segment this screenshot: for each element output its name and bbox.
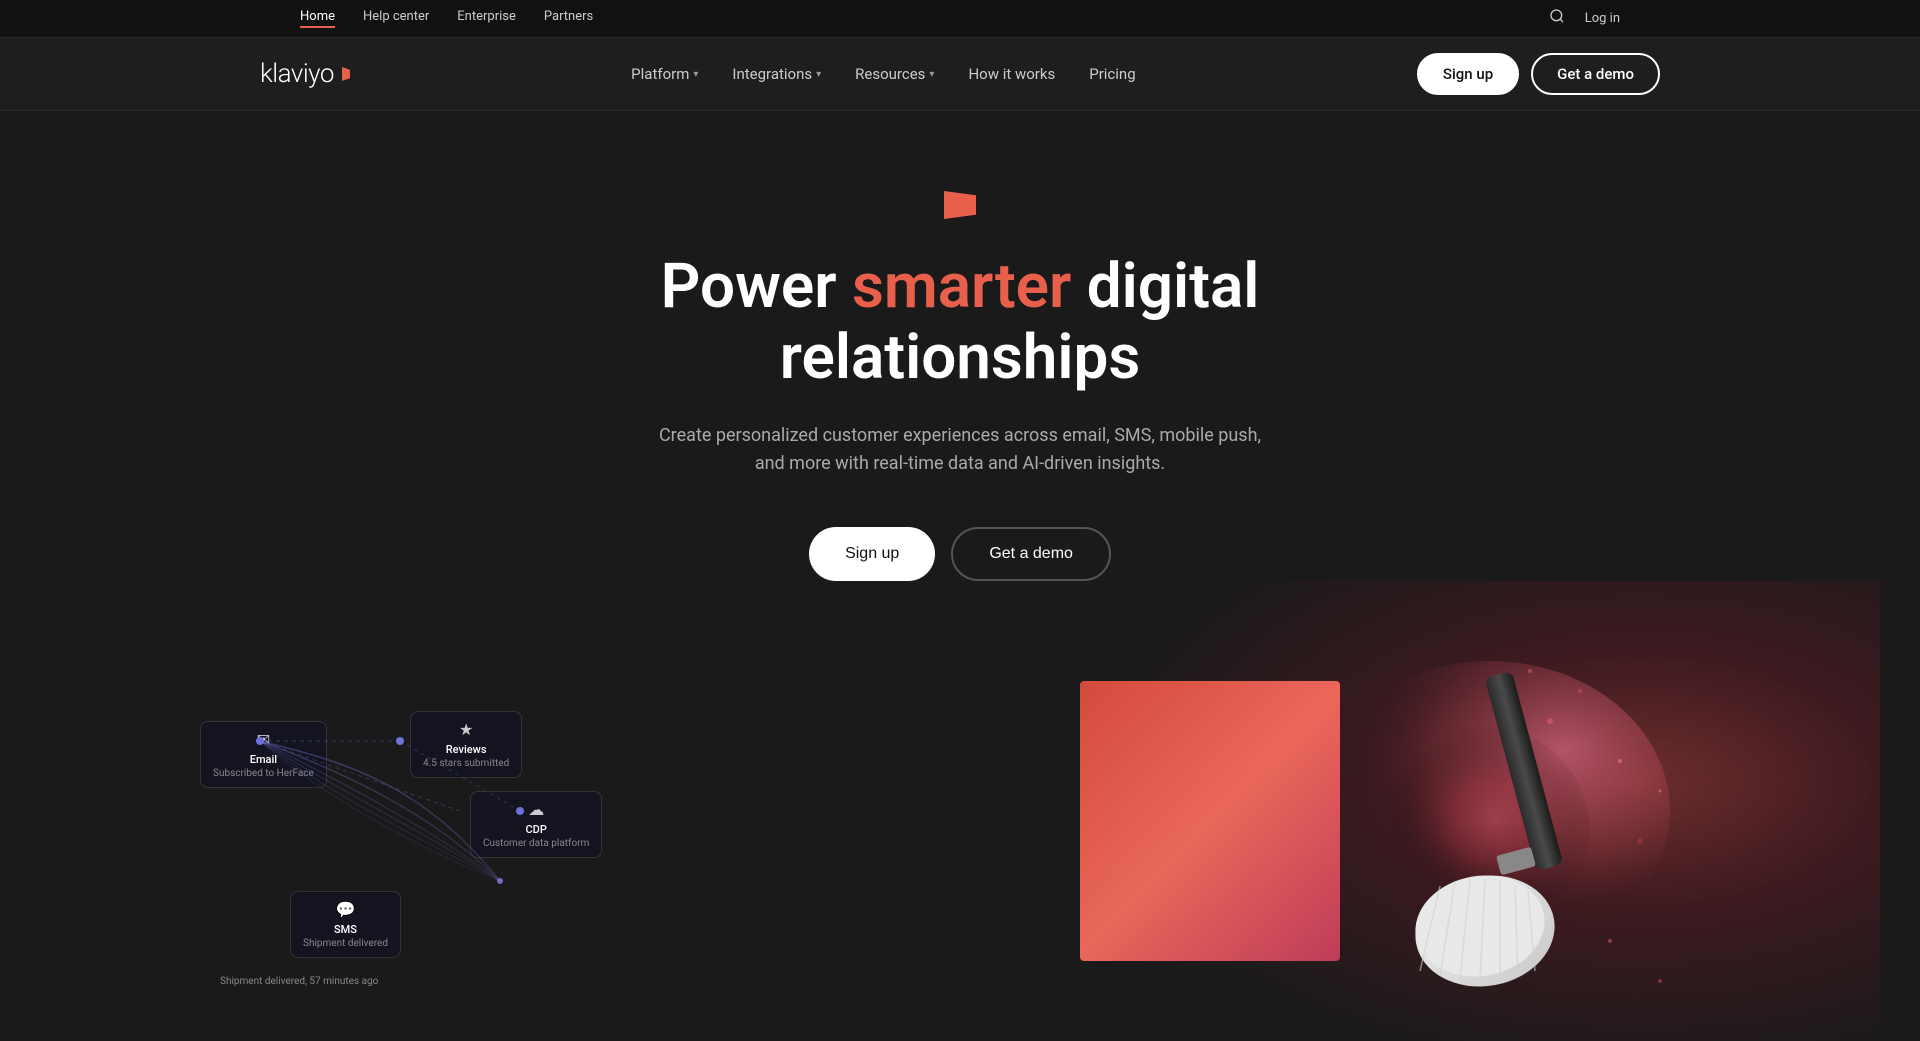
hero-subtitle: Create personalized customer experiences…	[650, 422, 1270, 480]
hero-demo-button[interactable]: Get a demo	[951, 527, 1111, 581]
flow-lines-svg	[140, 681, 640, 1021]
hero-visual: ✉ Email Subscribed to HerFace ★ Reviews …	[40, 661, 1880, 1041]
hero-title: Power smarter digital relationships	[510, 251, 1410, 394]
top-bar-nav: Home Help center Enterprise Partners	[300, 9, 593, 28]
main-nav: klaviyo Platform ▾ Integrations ▾ Resour…	[0, 38, 1920, 111]
hero-section: Power smarter digital relationships Crea…	[0, 111, 1920, 1041]
top-bar-right: Log in	[1549, 8, 1620, 29]
hero-signup-button[interactable]: Sign up	[809, 527, 935, 581]
nav-integrations[interactable]: Integrations ▾	[718, 57, 835, 91]
nav-signup-button[interactable]: Sign up	[1417, 53, 1519, 95]
topbar-partners-link[interactable]: Partners	[544, 9, 593, 28]
flow-visualization: ✉ Email Subscribed to HerFace ★ Reviews …	[140, 681, 640, 1021]
nav-platform[interactable]: Platform ▾	[617, 57, 712, 91]
nav-demo-button[interactable]: Get a demo	[1531, 53, 1660, 95]
nav-pricing[interactable]: Pricing	[1075, 57, 1149, 91]
chevron-down-icon: ▾	[693, 69, 698, 80]
topbar-help-link[interactable]: Help center	[363, 9, 429, 28]
chevron-down-icon: ▾	[929, 69, 934, 80]
search-button[interactable]	[1549, 8, 1565, 29]
login-link[interactable]: Log in	[1585, 11, 1620, 26]
top-bar: Home Help center Enterprise Partners Log…	[0, 0, 1920, 38]
hero-buttons: Sign up Get a demo	[40, 527, 1880, 581]
chevron-down-icon: ▾	[816, 69, 821, 80]
brush-svg	[1390, 671, 1670, 991]
topbar-enterprise-link[interactable]: Enterprise	[457, 9, 516, 28]
nav-resources[interactable]: Resources ▾	[841, 57, 948, 91]
logo-text: klaviyo	[260, 59, 334, 89]
logo[interactable]: klaviyo	[260, 59, 350, 89]
nav-how-it-works[interactable]: How it works	[954, 57, 1069, 91]
main-nav-links: Platform ▾ Integrations ▾ Resources ▾ Ho…	[617, 57, 1149, 91]
logo-flag-icon	[342, 67, 350, 81]
brush-area	[1080, 641, 1680, 1021]
nav-cta: Sign up Get a demo	[1417, 53, 1660, 95]
topbar-home-link[interactable]: Home	[300, 9, 335, 28]
hero-flag-icon	[944, 191, 976, 219]
